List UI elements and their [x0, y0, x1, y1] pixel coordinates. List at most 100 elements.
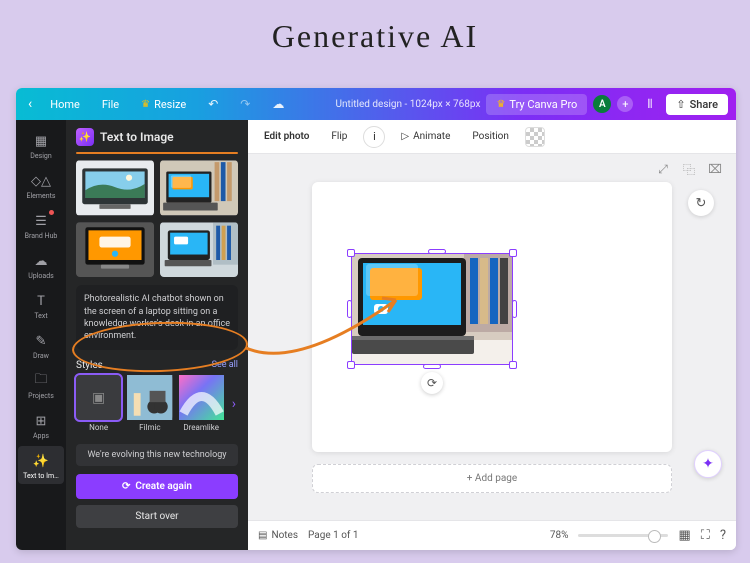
help-icon[interactable]: ?: [720, 528, 726, 543]
selected-canvas-image[interactable]: ⟳: [352, 254, 512, 364]
style-thumb-dreamlike: [179, 375, 224, 420]
flip-button[interactable]: Flip: [325, 127, 353, 146]
cloud-upload-icon: ☁: [32, 252, 50, 270]
edit-photo-button[interactable]: Edit photo: [258, 127, 315, 146]
bottom-bar: ▤Notes Page 1 of 1 78% ▦ ⛶ ?: [248, 520, 736, 550]
design-page-1[interactable]: ⟳: [312, 182, 672, 452]
style-thumb-filmic: [127, 375, 172, 420]
try-canva-pro-button[interactable]: ♛Try Canva Pro: [486, 94, 587, 115]
rail-item-elements[interactable]: ◇△Elements: [18, 166, 64, 204]
panel-header: ✨ Text to Image: [66, 120, 248, 152]
resize-handle-nw[interactable]: [347, 249, 355, 257]
text-to-image-app-icon: ✨: [76, 128, 94, 146]
text-icon: T: [32, 292, 50, 310]
create-again-button[interactable]: ⟳Create again: [76, 474, 238, 499]
sparkle-icon: ✨: [32, 452, 50, 470]
rail-item-text[interactable]: TText: [18, 286, 64, 324]
image-placeholder-icon: ▣: [92, 390, 105, 406]
notes-icon: ▤: [258, 530, 267, 541]
resize-handle-e[interactable]: [512, 300, 517, 318]
home-button[interactable]: Home: [42, 95, 88, 114]
undo-button[interactable]: ↶: [200, 94, 226, 114]
transparency-button[interactable]: [525, 127, 545, 147]
see-all-styles-link[interactable]: See all: [212, 360, 238, 370]
zoom-slider[interactable]: [578, 534, 668, 537]
info-button[interactable]: i: [363, 126, 385, 148]
lock-page-icon[interactable]: ⤢: [654, 160, 672, 178]
rail-item-draw[interactable]: ✎Draw: [18, 326, 64, 364]
resize-handle-n[interactable]: [428, 249, 446, 254]
redo-button[interactable]: ↷: [232, 94, 258, 114]
canvas-stage[interactable]: ⤢ ⿻ ⌧ ↻: [248, 154, 736, 520]
upload-icon: ⇧: [676, 98, 685, 111]
left-navigation-rail: ▦Design ◇△Elements ☰Brand Hub ☁Uploads T…: [16, 120, 66, 550]
page-annotation-title: Generative AI: [0, 18, 750, 55]
canva-app-window: ‹ Home File ♛Resize ↶ ↷ ☁ Untitled desig…: [16, 88, 736, 550]
duplicate-page-icon[interactable]: ⿻: [680, 160, 698, 178]
page-tools: ⤢ ⿻ ⌧: [654, 160, 724, 178]
styles-scroll-right[interactable]: ›: [230, 396, 238, 412]
cloud-sync-icon[interactable]: ☁: [264, 94, 292, 114]
position-button[interactable]: Position: [466, 127, 514, 146]
evolving-notice[interactable]: We're evolving this new technology: [76, 444, 238, 466]
generated-images-grid: [66, 160, 248, 277]
undo-edit-fab[interactable]: ↻: [688, 190, 714, 216]
user-avatar[interactable]: A: [593, 95, 611, 113]
pencil-icon: ✎: [32, 332, 50, 350]
fullscreen-icon[interactable]: ⛶: [701, 528, 710, 543]
shapes-icon: ◇△: [32, 172, 50, 190]
canvas-area: Edit photo Flip i ▷Animate Position ⤢ ⿻ …: [248, 120, 736, 550]
magic-assistant-fab[interactable]: ✦: [694, 450, 722, 478]
rail-item-design[interactable]: ▦Design: [18, 126, 64, 164]
styles-heading: Styles: [76, 360, 103, 371]
rail-item-brandhub[interactable]: ☰Brand Hub: [18, 206, 64, 244]
zoom-level[interactable]: 78%: [550, 530, 569, 541]
folder-icon: 🗀: [32, 372, 50, 390]
play-icon: ▷: [401, 131, 409, 142]
style-option-none[interactable]: ▣ None: [76, 375, 121, 432]
annotation-underline: [76, 152, 238, 154]
rail-item-apps[interactable]: ⊞Apps: [18, 406, 64, 444]
rail-item-text-to-image[interactable]: ✨Text to Im…: [18, 446, 64, 484]
add-page-button[interactable]: + Add page: [312, 464, 672, 493]
apps-grid-icon: ⊞: [32, 412, 50, 430]
resize-handle-ne[interactable]: [509, 249, 517, 257]
resize-handle-w[interactable]: [347, 300, 352, 318]
generated-image-1[interactable]: [76, 160, 154, 216]
top-bar: ‹ Home File ♛Resize ↶ ↷ ☁ Untitled desig…: [16, 88, 736, 120]
notes-button[interactable]: ▤Notes: [258, 530, 298, 541]
insights-icon[interactable]: ⫴: [639, 94, 660, 115]
add-collaborator-button[interactable]: +: [617, 96, 633, 112]
crown-icon: ♛: [141, 99, 150, 110]
file-menu[interactable]: File: [94, 95, 127, 114]
style-thumb-none: ▣: [76, 375, 121, 420]
brand-icon: ☰: [32, 212, 50, 230]
resize-handle-se[interactable]: [509, 361, 517, 369]
resize-handle-sw[interactable]: [347, 361, 355, 369]
generated-image-2[interactable]: [160, 160, 238, 216]
rotate-handle[interactable]: ⟳: [421, 372, 443, 394]
back-button[interactable]: ‹: [24, 96, 36, 112]
panel-title: Text to Image: [100, 130, 174, 144]
delete-page-icon[interactable]: ⌧: [706, 160, 724, 178]
resize-handle-s[interactable]: [423, 364, 441, 369]
grid-view-icon[interactable]: ▦: [678, 528, 690, 543]
resize-button[interactable]: ♛Resize: [133, 95, 194, 114]
prompt-text: Photorealistic AI chatbot shown on the s…: [84, 294, 230, 340]
notification-dot-icon: [49, 210, 54, 215]
start-over-button[interactable]: Start over: [76, 505, 238, 528]
page-indicator[interactable]: Page 1 of 1: [308, 530, 358, 541]
generated-image-3[interactable]: [76, 222, 154, 278]
generated-image-4[interactable]: [160, 222, 238, 278]
rail-item-projects[interactable]: 🗀Projects: [18, 366, 64, 404]
style-option-filmic[interactable]: Filmic: [127, 375, 172, 432]
style-option-dreamlike[interactable]: Dreamlike: [179, 375, 224, 432]
context-toolbar: Edit photo Flip i ▷Animate Position: [248, 120, 736, 154]
prompt-text-input[interactable]: Photorealistic AI chatbot shown on the s…: [76, 285, 238, 350]
styles-list: ▣ None Filmic Dreamlike ›: [66, 375, 248, 432]
document-title[interactable]: Untitled design - 1024px × 768px: [336, 99, 481, 110]
text-to-image-panel: ✨ Text to Image Photorealistic: [66, 120, 248, 550]
share-button[interactable]: ⇧Share: [666, 94, 728, 115]
animate-button[interactable]: ▷Animate: [395, 127, 456, 146]
rail-item-uploads[interactable]: ☁Uploads: [18, 246, 64, 284]
